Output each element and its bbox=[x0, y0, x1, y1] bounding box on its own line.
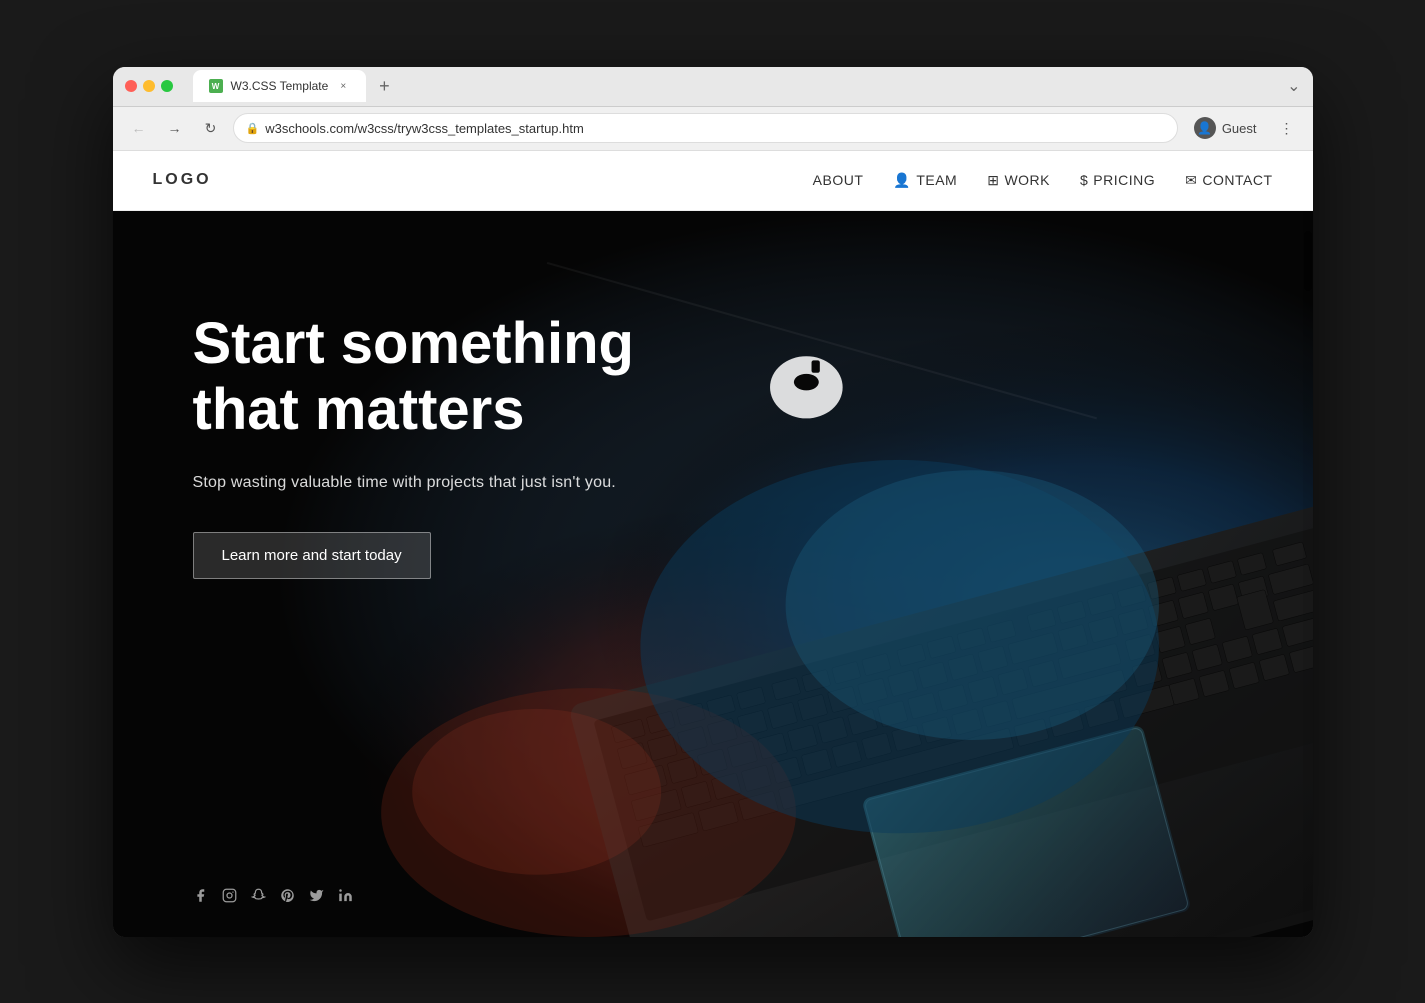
scrollbar[interactable] bbox=[1303, 211, 1313, 937]
contact-icon: ✉ bbox=[1185, 172, 1197, 189]
nav-pricing[interactable]: $ PRICING bbox=[1080, 172, 1155, 188]
pinterest-icon[interactable] bbox=[280, 888, 295, 907]
title-bar: W W3.CSS Template × + ⌄ bbox=[113, 67, 1313, 107]
facebook-icon[interactable] bbox=[193, 888, 208, 907]
back-button[interactable]: ← bbox=[125, 114, 153, 142]
hero-content: Start something that matters Stop wastin… bbox=[113, 211, 813, 639]
social-bar bbox=[193, 888, 353, 907]
url-bar[interactable]: 🔒 w3schools.com/w3css/tryw3css_templates… bbox=[233, 113, 1178, 143]
tab-title: W3.CSS Template bbox=[231, 79, 329, 93]
tab-favicon: W bbox=[209, 79, 223, 93]
nav-about[interactable]: ABOUT bbox=[813, 172, 864, 188]
hero-section: Start something that matters Stop wastin… bbox=[113, 211, 1313, 937]
address-bar: ← → ↻ 🔒 w3schools.com/w3css/tryw3css_tem… bbox=[113, 107, 1313, 151]
site-navbar: LOGO ABOUT 👤 TEAM ⊞ WORK $ PRICING ✉ CON bbox=[113, 151, 1313, 211]
minimize-dot[interactable] bbox=[143, 80, 155, 92]
tab-bar: W W3.CSS Template × + bbox=[193, 70, 1280, 102]
user-profile-button[interactable]: 👤 Guest bbox=[1186, 113, 1265, 143]
website-content: LOGO ABOUT 👤 TEAM ⊞ WORK $ PRICING ✉ CON bbox=[113, 151, 1313, 937]
site-nav-links: ABOUT 👤 TEAM ⊞ WORK $ PRICING ✉ CONTACT bbox=[813, 172, 1273, 189]
lock-icon: 🔒 bbox=[246, 122, 260, 135]
hero-subtitle: Stop wasting valuable time with projects… bbox=[193, 474, 733, 492]
team-icon: 👤 bbox=[893, 172, 911, 189]
user-avatar: 👤 bbox=[1194, 117, 1216, 139]
twitter-icon[interactable] bbox=[309, 888, 324, 907]
instagram-icon[interactable] bbox=[222, 888, 237, 907]
active-tab[interactable]: W W3.CSS Template × bbox=[193, 70, 367, 102]
work-icon: ⊞ bbox=[987, 172, 999, 189]
refresh-button[interactable]: ↻ bbox=[197, 114, 225, 142]
cta-button[interactable]: Learn more and start today bbox=[193, 532, 431, 579]
forward-button[interactable]: → bbox=[161, 114, 189, 142]
nav-team[interactable]: 👤 TEAM bbox=[893, 172, 957, 189]
scrollbar-thumb[interactable] bbox=[1304, 231, 1312, 291]
tab-close-button[interactable]: × bbox=[336, 79, 350, 93]
browser-toolbar-right: 👤 Guest ⋮ bbox=[1186, 113, 1301, 143]
browser-window: W W3.CSS Template × + ⌄ ← → ↻ 🔒 w3school… bbox=[113, 67, 1313, 937]
window-controls: ⌄ bbox=[1287, 76, 1300, 96]
linkedin-icon[interactable] bbox=[338, 888, 353, 907]
nav-work[interactable]: ⊞ WORK bbox=[987, 172, 1050, 189]
user-label: Guest bbox=[1222, 121, 1257, 136]
snapchat-icon[interactable] bbox=[251, 888, 266, 907]
nav-contact[interactable]: ✉ CONTACT bbox=[1185, 172, 1272, 189]
site-logo: LOGO bbox=[153, 171, 212, 189]
close-dot[interactable] bbox=[125, 80, 137, 92]
pricing-icon: $ bbox=[1080, 172, 1088, 188]
url-text: w3schools.com/w3css/tryw3css_templates_s… bbox=[265, 121, 1165, 136]
maximize-dot[interactable] bbox=[161, 80, 173, 92]
new-tab-button[interactable]: + bbox=[370, 72, 398, 100]
more-options-button[interactable]: ⋮ bbox=[1273, 114, 1301, 142]
traffic-lights bbox=[125, 80, 173, 92]
hero-title: Start something that matters bbox=[193, 311, 733, 444]
